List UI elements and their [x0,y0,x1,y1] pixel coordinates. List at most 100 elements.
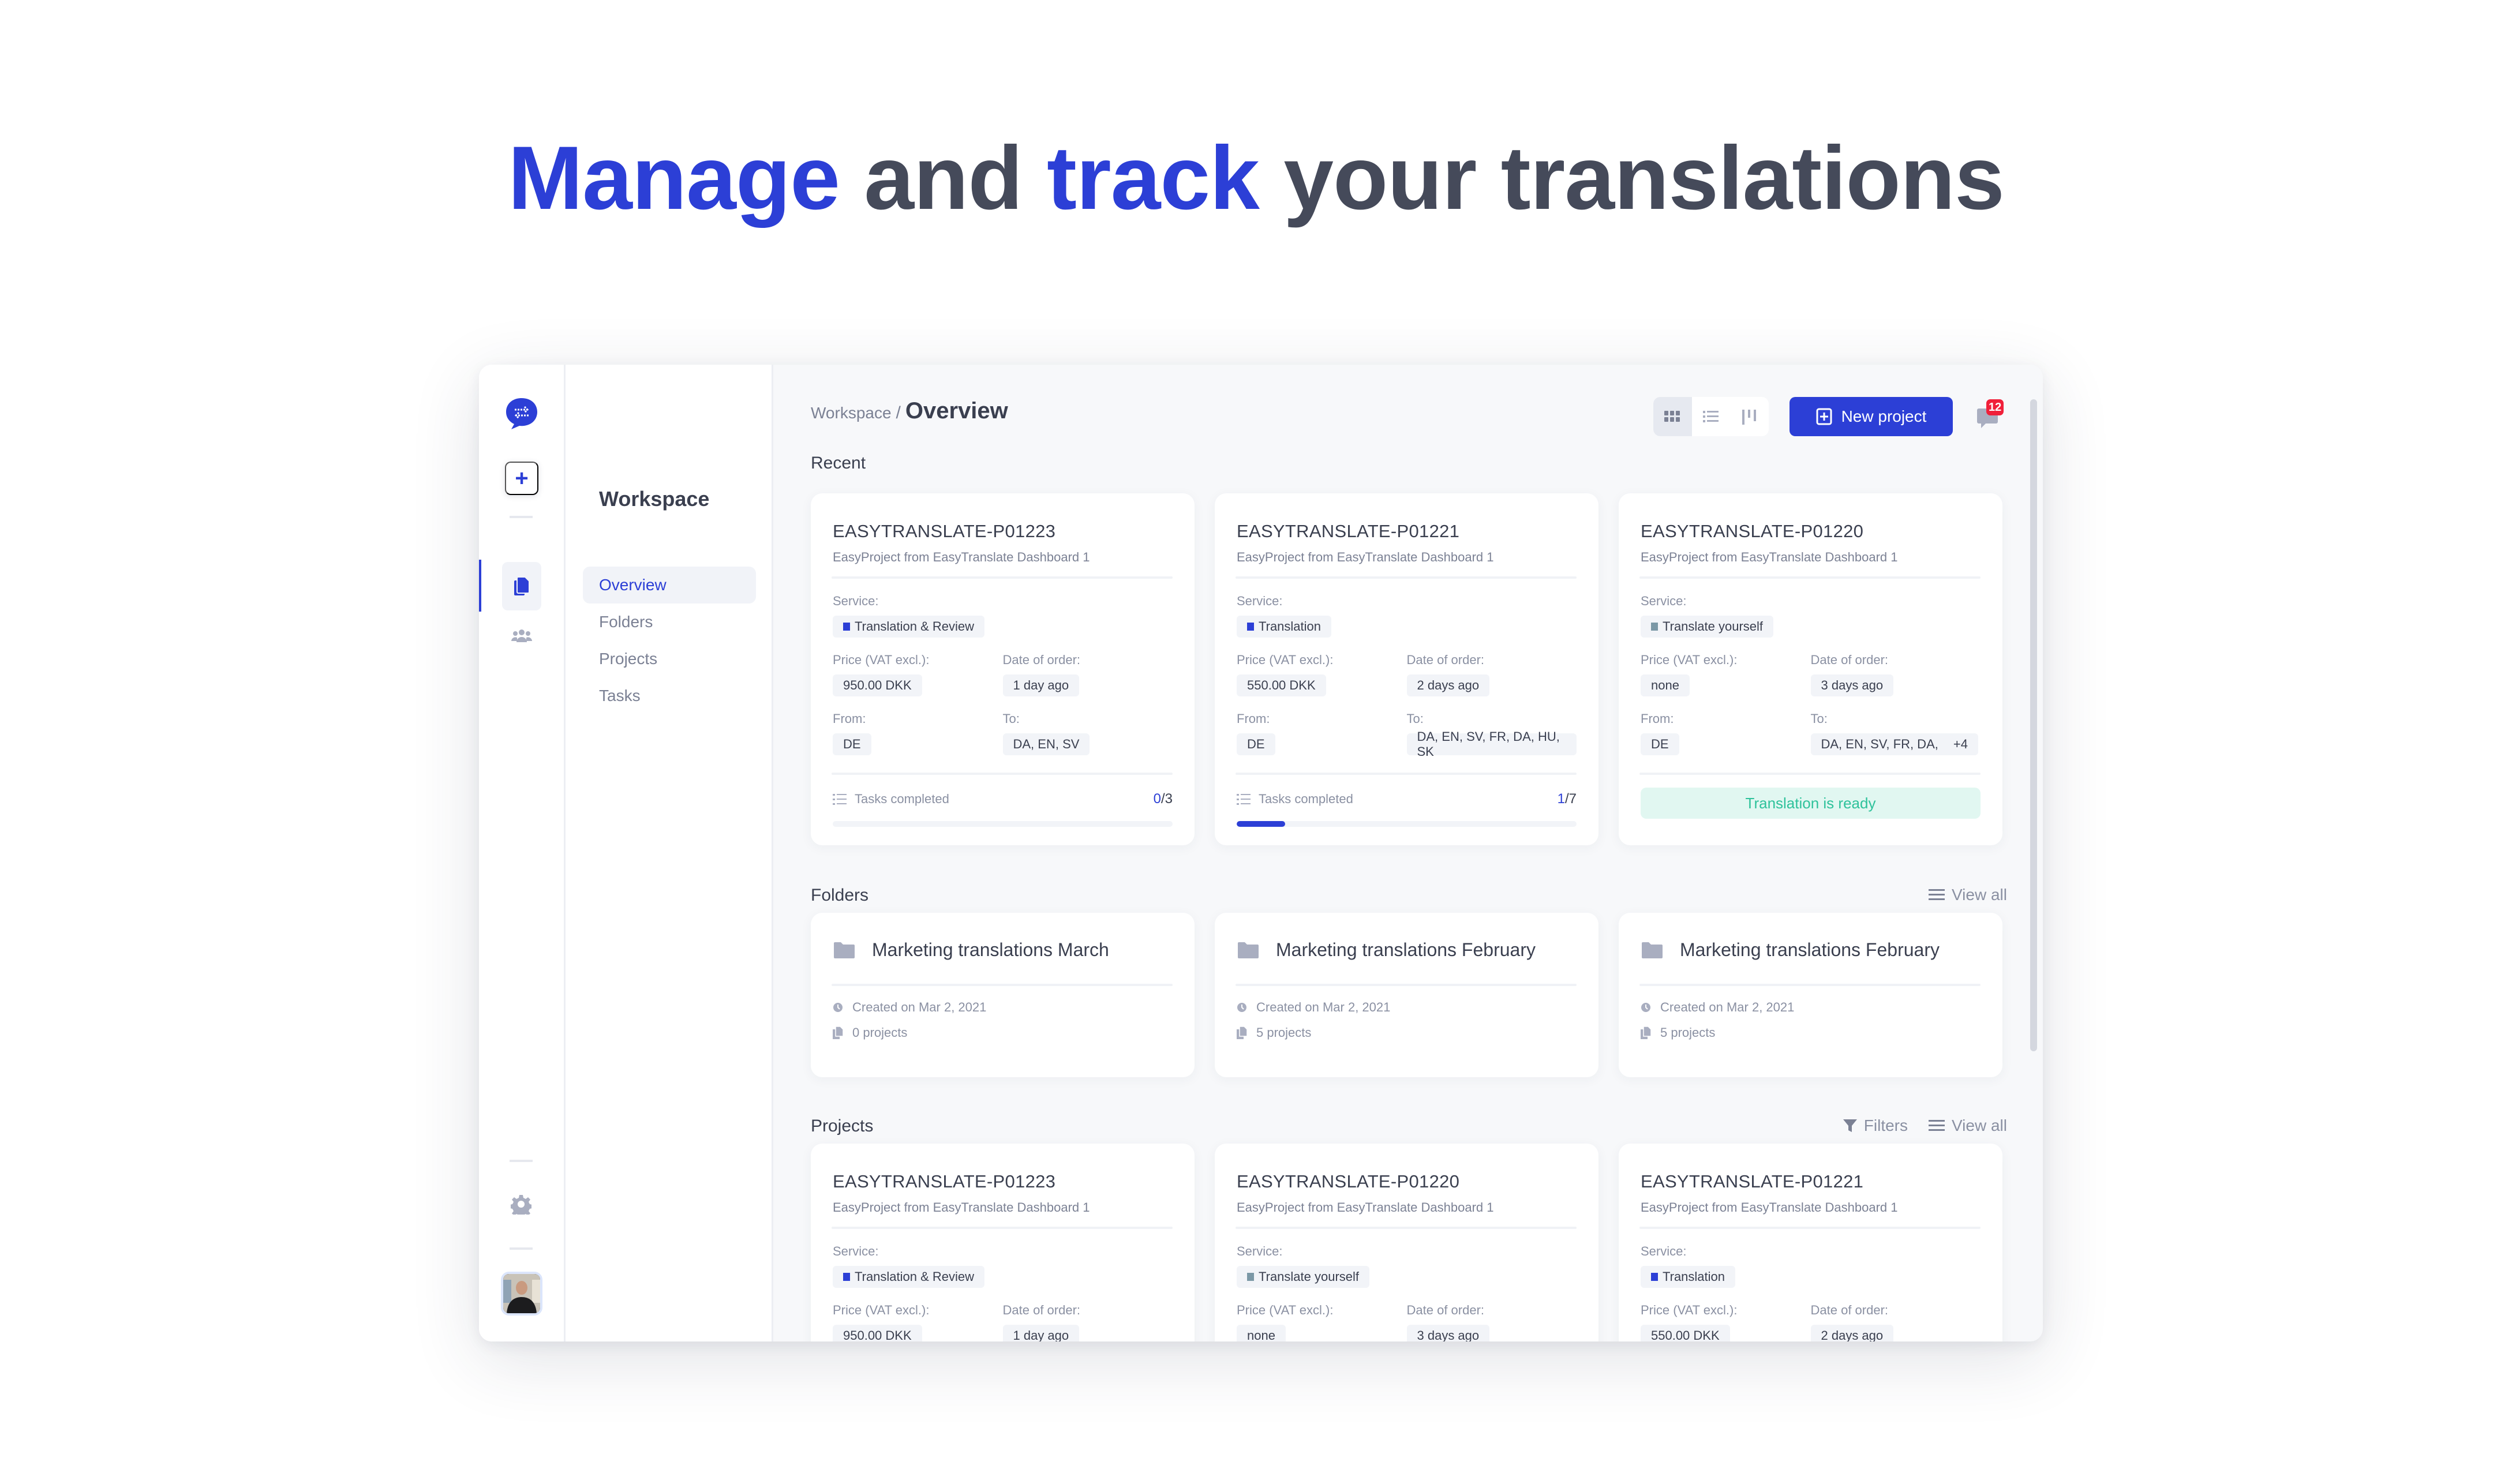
nav-item-tasks[interactable]: Tasks [583,677,756,714]
project-card[interactable]: EASYTRANSLATE-P01220 EasyProject from Ea… [1215,1144,1598,1341]
tasks-count: 0/3 [1153,791,1173,807]
from-value: DE [1237,733,1275,755]
card-divider [1639,576,1981,579]
tasks-total: 7 [1568,791,1577,807]
service-color-icon [1247,623,1254,631]
folder-created: Created on Mar 2, 2021 [852,1000,987,1014]
tasks-row: Tasks completed 0/3 [833,791,1173,807]
add-square-icon [1816,408,1832,425]
folder-project-count: 5 projects [1660,1025,1716,1040]
tasks-row: Tasks completed 1/7 [1237,791,1577,807]
price-value: 550.00 DKK [1237,674,1326,696]
date-value: 1 day ago [1002,674,1080,696]
folder-card[interactable]: Marketing translations February Created … [1619,913,2002,1077]
service-chip: Translate yourself [1237,1266,1370,1288]
filters-button[interactable]: Filters [1843,1116,1908,1135]
more-languages-count[interactable]: +4 [1953,737,1968,752]
rail-item-documents[interactable] [502,562,541,610]
card-divider [832,1227,1173,1229]
grid-icon [1664,411,1680,422]
headline-word-rest: your translations [1259,128,2005,228]
menu-icon [1929,1120,1945,1131]
recent-project-card[interactable]: EASYTRANSLATE-P01220 EasyProject from Ea… [1619,493,2002,845]
service-chip: Translation & Review [833,1266,985,1288]
checklist-icon [1237,794,1251,805]
service-chip: Translate yourself [1641,616,1774,638]
folder-card[interactable]: Marketing translations February Created … [1215,913,1598,1077]
service-chip: Translation [1237,616,1332,638]
folder-name: Marketing translations February [1276,939,1536,960]
service-label: Service: [1641,1244,1687,1258]
breadcrumb: Workspace / Overview [811,398,1008,424]
breadcrumb-workspace[interactable]: Workspace [811,404,892,422]
rail-item-team[interactable] [502,619,541,653]
logo-icon[interactable] [504,397,539,430]
service-color-icon [1651,1273,1658,1281]
scrollbar[interactable] [2030,399,2037,1051]
settings-button[interactable] [507,1190,536,1219]
price-label: Price (VAT excl.): [1237,653,1334,667]
folder-created: Created on Mar 2, 2021 [1660,1000,1795,1014]
to-label: To: [1406,711,1424,726]
project-id: EASYTRANSLATE-P01221 [1641,1171,1864,1191]
headline-word-track: track [1046,128,1260,228]
page-title: Overview [905,398,1008,424]
folders-actions: View all [1929,886,2007,904]
price-label: Price (VAT excl.): [833,653,930,667]
price-value: 950.00 DKK [833,1325,922,1341]
service-chip: Translation & Review [833,616,985,638]
service-label: Service: [1237,594,1283,608]
price-label: Price (VAT excl.): [833,1303,930,1317]
date-value: 2 days ago [1810,1325,1894,1341]
projects-view-all-button[interactable]: View all [1929,1116,2007,1135]
headline-word-and: and [839,128,1047,228]
price-label: Price (VAT excl.): [1237,1303,1334,1317]
project-card[interactable]: EASYTRANSLATE-P01221 EasyProject from Ea… [1619,1144,2002,1341]
documents-icon [833,1026,843,1039]
tasks-label: Tasks completed [855,792,949,806]
price-value: 550.00 DKK [1641,1325,1730,1341]
grid-view-button[interactable] [1653,397,1692,436]
folder-name: Marketing translations March [872,939,1109,960]
from-label: From: [1237,711,1270,726]
project-subtitle: EasyProject from EasyTranslate Dashboard… [833,550,1090,564]
card-divider [1236,576,1577,579]
folder-card[interactable]: Marketing translations March Created on … [811,913,1195,1077]
documents-icon [1237,1026,1247,1039]
clock-icon [1641,1003,1650,1012]
service-value: Translate yourself [1259,1269,1360,1284]
project-id: EASYTRANSLATE-P01223 [833,521,1056,541]
team-icon [511,629,532,642]
rail-divider [510,516,533,518]
card-divider [1639,773,1981,775]
service-color-icon [843,1273,850,1281]
to-value: DA, EN, SV [1002,733,1090,755]
add-button[interactable]: + [505,462,538,495]
avatar[interactable] [501,1272,542,1316]
project-card[interactable]: EASYTRANSLATE-P01223 EasyProject from Ea… [811,1144,1195,1341]
folder-icon [1238,942,1259,958]
projects-actions: Filters View all [1843,1116,2007,1135]
new-project-button[interactable]: New project [1790,397,1953,436]
card-divider [1639,984,1981,986]
rail-divider [510,1247,533,1250]
nav-item-projects[interactable]: Projects [583,640,756,677]
date-label: Date of order: [1002,1303,1081,1317]
from-label: From: [1641,711,1674,726]
folders-view-all-button[interactable]: View all [1929,886,2007,904]
date-value: 3 days ago [1810,674,1894,696]
from-value: DE [833,733,871,755]
card-divider [1639,1227,1981,1229]
to-languages: DA, EN, SV, FR, DA, [1821,737,1938,751]
recent-project-card[interactable]: EASYTRANSLATE-P01223 EasyProject from Ea… [811,493,1195,845]
nav-item-folders[interactable]: Folders [583,604,756,640]
workspace-nav: Workspace Overview Folders Projects Task… [566,365,773,1341]
recent-project-card[interactable]: EASYTRANSLATE-P01221 EasyProject from Ea… [1215,493,1598,845]
list-view-button[interactable] [1692,397,1731,436]
service-label: Service: [1237,1244,1283,1258]
board-view-button[interactable] [1730,397,1769,436]
service-value: Translation & Review [855,1269,975,1284]
messages-button[interactable]: 12 [1976,399,2005,434]
to-label: To: [1002,711,1020,726]
nav-item-overview[interactable]: Overview [583,567,756,604]
